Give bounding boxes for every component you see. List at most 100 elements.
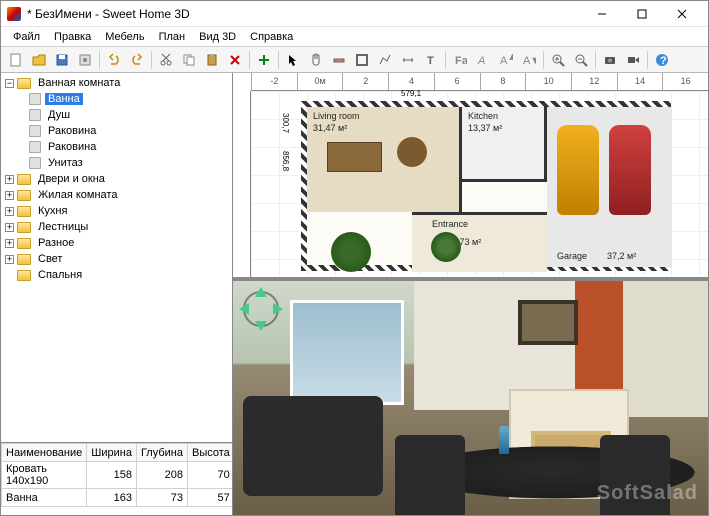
navigation-compass[interactable]	[239, 287, 283, 331]
room-garage[interactable]: Garage 37,2 м²	[547, 107, 672, 267]
text-italic-icon[interactable]: A	[472, 49, 494, 71]
redo-icon[interactable]	[126, 49, 148, 71]
room-tool-icon[interactable]	[351, 49, 373, 71]
polyline-tool-icon[interactable]	[374, 49, 396, 71]
svg-text:▼: ▼	[530, 55, 536, 67]
expand-icon[interactable]: +	[5, 239, 14, 248]
paste-icon[interactable]	[201, 49, 223, 71]
text-bold-icon[interactable]: Fa	[449, 49, 471, 71]
col-height[interactable]: Высота	[187, 444, 232, 462]
cell-depth[interactable]: 208	[136, 462, 187, 489]
tree-label-selected[interactable]: Ванна	[45, 93, 83, 105]
table-icon[interactable]	[397, 137, 427, 167]
open-icon[interactable]	[28, 49, 50, 71]
cell-depth[interactable]: 73	[136, 489, 187, 507]
expand-icon[interactable]: +	[5, 223, 14, 232]
expand-icon[interactable]: +	[5, 255, 14, 264]
cell-width[interactable]: 163	[87, 489, 137, 507]
maximize-button[interactable]	[622, 3, 662, 25]
room-kitchen[interactable]: Kitchen 13,37 м²	[462, 107, 547, 182]
sofa-icon[interactable]	[327, 142, 382, 172]
tree-label[interactable]: Раковина	[45, 125, 99, 137]
svg-text:A: A	[477, 55, 485, 67]
tree-label[interactable]: Душ	[45, 109, 73, 121]
new-icon[interactable]	[5, 49, 27, 71]
folder-icon	[17, 78, 31, 89]
tree-label[interactable]: Двери и окна	[35, 173, 108, 185]
catalog-tree[interactable]: − Ванная комната Ванна Душ Раковина Рако…	[1, 73, 232, 443]
plan-view[interactable]: -2 0м 2 4 6 8 10 12 14 16 579,1 Living r…	[233, 73, 708, 281]
furniture-list[interactable]: Наименование Ширина Глубина Высота Видим…	[1, 443, 232, 515]
tree-label[interactable]: Разное	[35, 237, 77, 249]
col-name[interactable]: Наименование	[2, 444, 87, 462]
table-header-row: Наименование Ширина Глубина Высота Видим…	[2, 444, 233, 462]
expand-icon[interactable]: +	[5, 207, 14, 216]
room-area: 37,2 м²	[607, 251, 636, 261]
cell-name[interactable]: Кровать 140x190	[2, 462, 87, 489]
zoom-out-icon[interactable]	[570, 49, 592, 71]
text-size-up-icon[interactable]: A▲	[495, 49, 517, 71]
video-icon[interactable]	[622, 49, 644, 71]
help-icon[interactable]: ?	[651, 49, 673, 71]
tree-label[interactable]: Свет	[35, 253, 65, 265]
cell-width[interactable]: 158	[87, 462, 137, 489]
wall-tool-icon[interactable]	[328, 49, 350, 71]
tree-label[interactable]: Ванная комната	[35, 77, 123, 89]
folder-icon	[17, 254, 31, 265]
cell-height[interactable]: 70	[187, 462, 232, 489]
dimension-tool-icon[interactable]	[397, 49, 419, 71]
menu-file[interactable]: Файл	[7, 29, 46, 45]
tree-label[interactable]: Унитаз	[45, 157, 86, 169]
delete-icon[interactable]	[224, 49, 246, 71]
add-furniture-icon[interactable]	[253, 49, 275, 71]
minimize-button[interactable]	[582, 3, 622, 25]
collapse-icon[interactable]: −	[5, 79, 14, 88]
select-tool-icon[interactable]	[282, 49, 304, 71]
expand-icon[interactable]: +	[5, 175, 14, 184]
menu-plan[interactable]: План	[153, 29, 192, 45]
menu-help[interactable]: Справка	[244, 29, 299, 45]
tree-label[interactable]: Лестницы	[35, 221, 91, 233]
menu-view3d[interactable]: Вид 3D	[193, 29, 242, 45]
3d-view[interactable]: SoftSalad	[233, 281, 708, 515]
separator	[151, 51, 152, 69]
bottle-3d[interactable]	[499, 426, 509, 454]
tree-label[interactable]: Спальня	[35, 269, 85, 281]
pan-tool-icon[interactable]	[305, 49, 327, 71]
text-tool-icon[interactable]: T	[420, 49, 442, 71]
expand-icon[interactable]: +	[5, 191, 14, 200]
chair-3d[interactable]	[395, 435, 465, 515]
folder-icon	[17, 270, 31, 281]
photo-icon[interactable]	[599, 49, 621, 71]
col-depth[interactable]: Глубина	[136, 444, 187, 462]
text-size-down-icon[interactable]: A▼	[518, 49, 540, 71]
cut-icon[interactable]	[155, 49, 177, 71]
menu-bar: Файл Правка Мебель План Вид 3D Справка	[1, 27, 708, 47]
preferences-icon[interactable]	[74, 49, 96, 71]
tree-label[interactable]: Раковина	[45, 141, 99, 153]
col-width[interactable]: Ширина	[87, 444, 137, 462]
copy-icon[interactable]	[178, 49, 200, 71]
cell-height[interactable]: 57	[187, 489, 232, 507]
menu-furniture[interactable]: Мебель	[99, 29, 150, 45]
close-button[interactable]	[662, 3, 702, 25]
save-icon[interactable]	[51, 49, 73, 71]
armchair-3d[interactable]	[243, 396, 383, 496]
car-yellow-icon[interactable]	[557, 125, 599, 215]
tree-plant-icon[interactable]	[431, 232, 461, 262]
separator	[595, 51, 596, 69]
item-icon	[29, 157, 41, 169]
menu-edit[interactable]: Правка	[48, 29, 97, 45]
car-red-icon[interactable]	[609, 125, 651, 215]
room-living[interactable]: Living room 31,47 м²	[307, 107, 462, 212]
cell-name[interactable]: Ванна	[2, 489, 87, 507]
tree-label[interactable]: Кухня	[35, 205, 70, 217]
toolbar: T Fa A A▲ A▼ ?	[1, 47, 708, 73]
tree-label[interactable]: Жилая комната	[35, 189, 120, 201]
plan-canvas[interactable]: 579,1 Living room 31,47 м² Kitchen 13,37…	[251, 91, 708, 277]
undo-icon[interactable]	[103, 49, 125, 71]
tree-plant-icon[interactable]	[331, 232, 371, 272]
zoom-in-icon[interactable]	[547, 49, 569, 71]
room-area: 31,47 м²	[313, 123, 347, 133]
horizontal-ruler: -2 0м 2 4 6 8 10 12 14 16	[251, 73, 708, 91]
